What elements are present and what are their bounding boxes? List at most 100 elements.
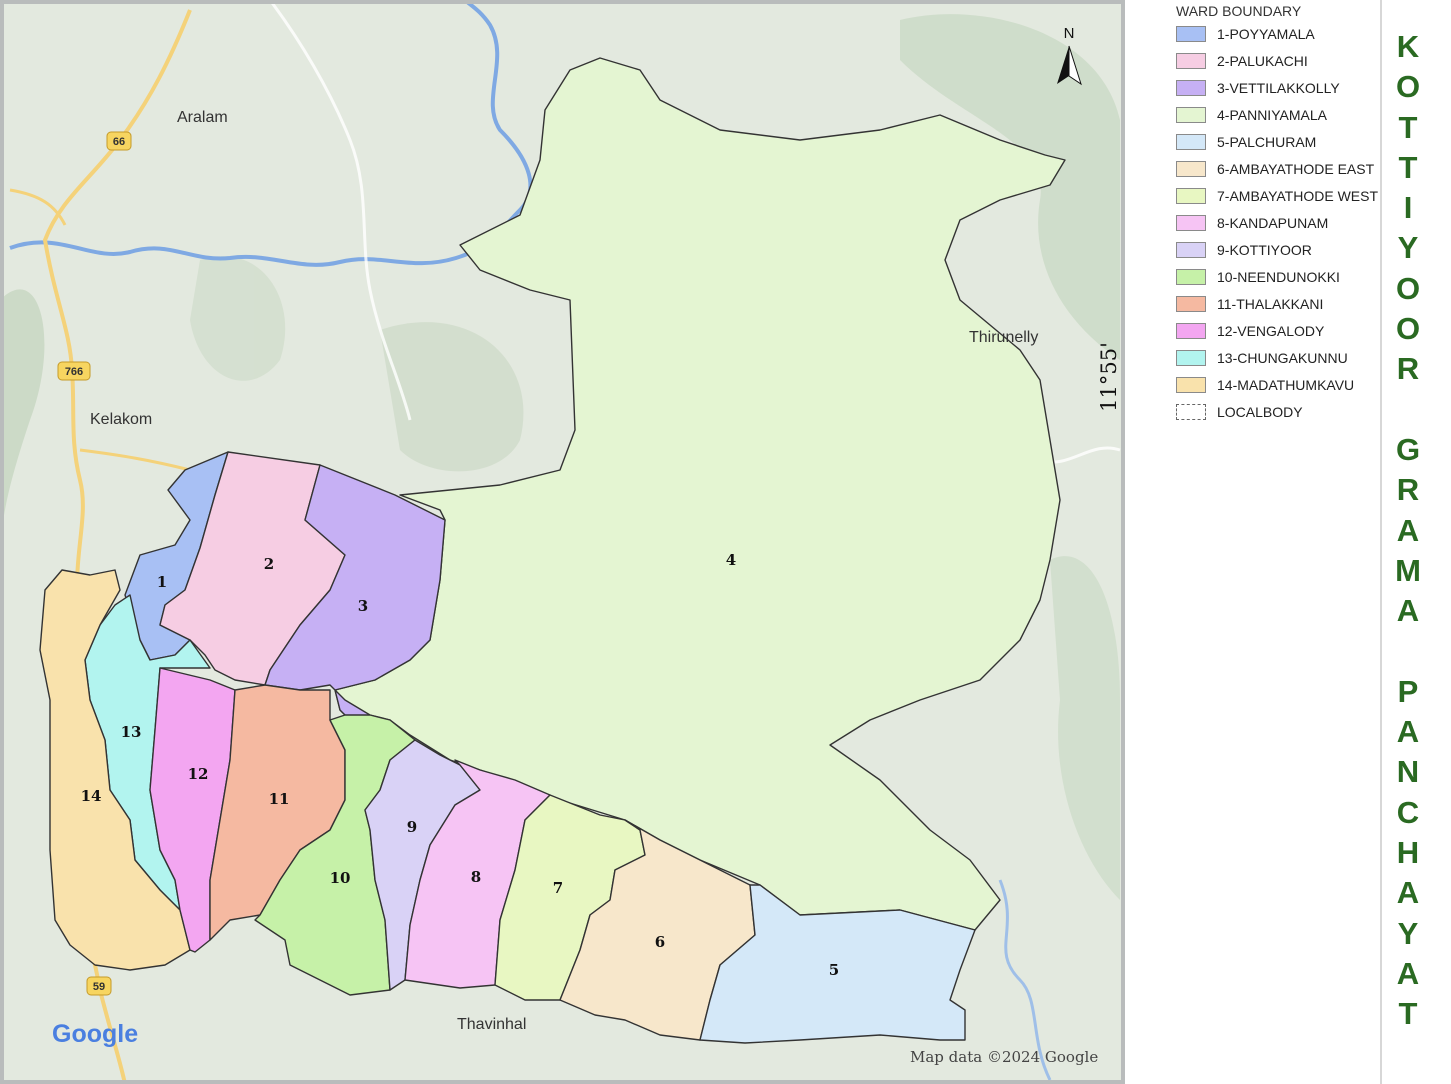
- ward-number-7: 7: [553, 879, 563, 897]
- divider: [1380, 0, 1382, 1084]
- ward-number-9: 9: [407, 818, 417, 836]
- legend-item-label: 10-NEENDUNOKKI: [1217, 268, 1340, 285]
- map-frame[interactable]: 1 2 3 4 5 6 7 8 9 10 11 12 13 14 Aralam …: [0, 0, 1125, 1084]
- legend-item-label: 4-PANNIYAMALA: [1217, 106, 1327, 123]
- legend-items: 1-POYYAMALA 2-PALUKACHI 3-VETTILAKKOLLY 4-P…: [1176, 20, 1381, 398]
- ward-number-4: 4: [726, 551, 736, 569]
- legend: WARD BOUNDARY 1-POYYAMALA 2-PALUKACHI 3-VE…: [1176, 0, 1381, 425]
- title-letter: H: [1396, 834, 1420, 870]
- legend-title: WARD BOUNDARY: [1176, 3, 1302, 19]
- title-gap: [1386, 393, 1430, 433]
- title-letter: T: [1398, 109, 1418, 145]
- ward-number-12: 12: [188, 765, 209, 783]
- legend-swatch: [1176, 376, 1206, 393]
- legend-item-ward-8: 8-KANDAPUNAM: [1176, 209, 1381, 236]
- title-letter: K: [1396, 29, 1420, 64]
- legend-item-label: 5-PALCHURAM: [1217, 133, 1317, 150]
- title-letter: R: [1396, 472, 1420, 508]
- title-letter: R: [1396, 351, 1420, 387]
- legend-swatch: [1176, 106, 1206, 123]
- legend-item-ward-4: 4-PANNIYAMALA: [1176, 101, 1381, 128]
- ward-number-1: 1: [157, 573, 167, 591]
- title-letter: T: [1398, 996, 1418, 1032]
- place-label-kelakom: Kelakom: [90, 411, 152, 428]
- title-letter: A: [1396, 875, 1420, 911]
- ward-number-5: 5: [829, 961, 839, 979]
- ward-number-3: 3: [358, 597, 368, 615]
- road-shield-766: 766: [57, 361, 91, 381]
- legend-swatch: [1176, 187, 1206, 204]
- legend-item-label: 2-PALUKACHI: [1217, 52, 1308, 69]
- title-letter: O: [1395, 311, 1421, 347]
- ward-number-6: 6: [655, 933, 665, 951]
- legend-item-localbody: LOCALBODY: [1176, 398, 1381, 425]
- localbody-swatch: [1176, 403, 1206, 420]
- legend-item-ward-2: 2-PALUKACHI: [1176, 47, 1381, 74]
- place-label-thirunelly: Thirunelly: [969, 329, 1038, 346]
- legend-item-label: 7-AMBAYATHODE WEST: [1217, 187, 1379, 204]
- ward-number-8: 8: [471, 868, 481, 886]
- legend-swatch: [1176, 349, 1206, 366]
- legend-swatch: [1176, 268, 1206, 285]
- ward-number-10: 10: [330, 869, 351, 887]
- title-letter: O: [1395, 69, 1421, 105]
- title-letter: A: [1396, 714, 1420, 750]
- title-letter: A: [1396, 593, 1420, 629]
- legend-swatch: [1176, 241, 1206, 258]
- svg-text:66: 66: [113, 136, 125, 148]
- road-shield-66: 66: [106, 131, 132, 151]
- title-letter: P: [1397, 673, 1419, 709]
- legend-item-ward-14: 14-MADATHUMKAVU: [1176, 371, 1381, 398]
- google-logo: Google: [52, 1020, 138, 1048]
- place-label-thavinhal: Thavinhal: [457, 1016, 526, 1033]
- legend-item-ward-3: 3-VETTILAKKOLLY: [1176, 74, 1381, 101]
- legend-item-ward-11: 11-THALAKKANI: [1176, 290, 1381, 317]
- legend-swatch: [1176, 322, 1206, 339]
- title-letter: O: [1395, 270, 1421, 306]
- legend-swatch: [1176, 295, 1206, 312]
- title-letter: Y: [1397, 230, 1419, 266]
- ward-map[interactable]: 1 2 3 4 5 6 7 8 9 10 11 12 13 14 Aralam …: [0, 0, 1125, 1084]
- legend-item-label: 6-AMBAYATHODE EAST: [1217, 160, 1375, 177]
- legend-item-ward-9: 9-KOTTIYOOR: [1176, 236, 1381, 263]
- title-gap: [1386, 634, 1430, 674]
- legend-swatch: [1176, 160, 1206, 177]
- legend-item-ward-13: 13-CHUNGAKUNNU: [1176, 344, 1381, 371]
- panchayat-title: KOTTIYOORGRAMAPANCHAYAT: [1386, 29, 1430, 1037]
- place-label-aralam: Aralam: [177, 109, 228, 126]
- legend-swatch: [1176, 25, 1206, 42]
- legend-item-ward-1: 1-POYYAMALA: [1176, 20, 1381, 47]
- legend-item-label: 12-VENGALODY: [1217, 322, 1325, 339]
- legend-item-label: 1-POYYAMALA: [1217, 25, 1315, 42]
- legend-swatch: [1176, 133, 1206, 150]
- ward-number-14: 14: [81, 787, 102, 805]
- latitude-label: 11°55': [1097, 342, 1121, 412]
- title-letter: G: [1395, 431, 1421, 467]
- legend-item-ward-7: 7-AMBAYATHODE WEST: [1176, 182, 1381, 209]
- road-shield-59: 59: [86, 976, 112, 996]
- ward-number-2: 2: [264, 555, 274, 573]
- ward-number-11: 11: [269, 790, 290, 808]
- ward-number-13: 13: [121, 723, 142, 741]
- title-letter: M: [1395, 552, 1421, 588]
- legend-swatch: [1176, 214, 1206, 231]
- title-letter: C: [1396, 794, 1420, 830]
- svg-text:N: N: [1064, 25, 1075, 42]
- title-letter: T: [1398, 149, 1418, 185]
- title-letter: Y: [1397, 915, 1419, 951]
- legend-swatch: [1176, 79, 1206, 96]
- legend-item-ward-10: 10-NEENDUNOKKI: [1176, 263, 1381, 290]
- legend-item-ward-6: 6-AMBAYATHODE EAST: [1176, 155, 1381, 182]
- legend-item-ward-5: 5-PALCHURAM: [1176, 128, 1381, 155]
- legend-item-label: 11-THALAKKANI: [1217, 295, 1324, 312]
- legend-swatch: [1176, 52, 1206, 69]
- svg-text:766: 766: [65, 366, 83, 378]
- title-letter: N: [1396, 754, 1420, 790]
- legend-item-label: LOCALBODY: [1217, 403, 1303, 420]
- title-letter: I: [1403, 190, 1413, 226]
- legend-item-label: 14-MADATHUMKAVU: [1217, 376, 1355, 393]
- title-letter: A: [1396, 512, 1420, 548]
- legend-item-label: 3-VETTILAKKOLLY: [1217, 79, 1340, 96]
- legend-item-label: 13-CHUNGAKUNNU: [1217, 349, 1348, 366]
- title-letter: A: [1396, 955, 1420, 991]
